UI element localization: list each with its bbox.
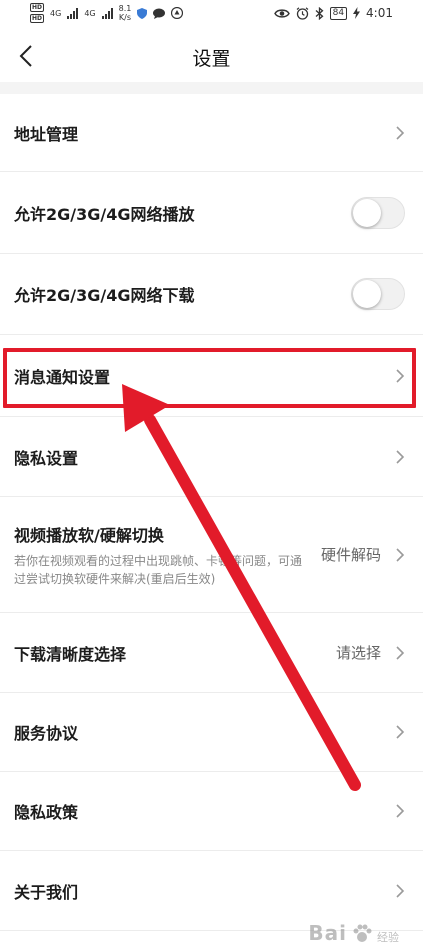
network-speed: 8.1 K/s — [119, 4, 132, 22]
settings-row-about-us[interactable]: 关于我们 — [0, 851, 423, 931]
settings-row-notifications[interactable]: 消息通知设置 — [0, 335, 423, 417]
row-label: 隐私设置 — [14, 448, 79, 468]
row-label: 关于我们 — [14, 882, 79, 902]
network-speed-unit: K/s — [118, 13, 132, 22]
paw-icon — [353, 924, 372, 942]
chevron-right-icon — [396, 804, 405, 818]
row-label: 消息通知设置 — [14, 367, 111, 387]
bluetooth-icon — [315, 6, 324, 20]
settings-row-network-play: 允许2G/3G/4G网络播放 — [0, 172, 423, 254]
network-download-toggle[interactable] — [351, 278, 405, 310]
row-label: 服务协议 — [14, 724, 79, 743]
settings-list: 地址管理 允许2G/3G/4G网络播放 允许2G/3G/4G网络下载 消息通知设… — [0, 94, 423, 931]
chevron-right-icon — [396, 368, 405, 383]
chevron-right-icon — [396, 645, 405, 660]
settings-row-privacy-settings[interactable]: 隐私设置 — [0, 417, 423, 497]
row-value: 硬件解码 — [320, 546, 381, 564]
status-bar-left: HD HD 4G 4G 8.1 K/s — [30, 3, 184, 23]
settings-row-download-quality[interactable]: 下载清晰度选择 请选择 — [0, 613, 423, 693]
chat-bubble-icon — [153, 8, 166, 19]
section-divider — [0, 82, 423, 94]
battery-level: 84 — [329, 6, 348, 20]
signal-icon-2 — [101, 7, 113, 19]
hd-badge-1: HD — [30, 3, 45, 12]
row-label: 允许2G/3G/4G网络下载 — [14, 286, 195, 305]
network-type-1: 4G — [50, 8, 62, 18]
network-play-toggle[interactable] — [351, 196, 405, 229]
row-label: 隐私政策 — [14, 803, 79, 822]
settings-row-decode-switch[interactable]: 视频播放软/硬解切换 若你在视频观看的过程中出现跳帧、卡顿等问题，可通过尝试切换… — [0, 497, 423, 613]
row-label: 地址管理 — [14, 124, 79, 144]
signal-icon — [67, 7, 79, 19]
shield-icon — [137, 7, 148, 19]
status-bar-right: 84 4:01 — [273, 6, 393, 20]
network-speed-value: 8.1 — [118, 4, 132, 13]
row-value: 请选择 — [335, 644, 381, 662]
row-description: 若你在视频观看的过程中出现跳帧、卡顿等问题，可通过尝试切换软硬件来解决(重启后生… — [14, 553, 303, 586]
watermark: Bai 经验 — [308, 921, 399, 945]
clock-time: 4:01 — [366, 6, 393, 20]
nav-bar: 设置 — [0, 30, 423, 82]
settings-row-privacy-policy[interactable]: 隐私政策 — [0, 772, 423, 851]
chevron-right-icon — [396, 125, 405, 140]
chevron-right-icon — [396, 547, 405, 562]
watermark-logo: Bai — [308, 921, 347, 945]
settings-row-network-download: 允许2G/3G/4G网络下载 — [0, 254, 423, 335]
status-bar: HD HD 4G 4G 8.1 K/s 84 4:01 — [0, 0, 423, 30]
toggle-knob — [353, 280, 381, 308]
watermark-sub: 经验 — [377, 931, 399, 944]
row-label: 允许2G/3G/4G网络播放 — [14, 204, 195, 224]
row-label: 视频播放软/硬解切换 — [14, 525, 164, 545]
chevron-right-icon — [396, 883, 405, 898]
alarm-icon — [296, 6, 308, 20]
app-notification-icon — [171, 7, 184, 19]
chevron-right-icon — [396, 449, 405, 464]
hd-indicators: HD HD — [30, 3, 45, 23]
chevron-right-icon — [396, 725, 405, 739]
row-label: 下载清晰度选择 — [14, 644, 127, 664]
settings-row-service-agreement[interactable]: 服务协议 — [0, 693, 423, 772]
hd-badge-2: HD — [30, 14, 45, 23]
toggle-knob — [353, 198, 381, 227]
eye-icon — [273, 8, 290, 18]
decode-text-block: 视频播放软/硬解切换 若你在视频观看的过程中出现跳帧、卡顿等问题，可通过尝试切换… — [14, 522, 321, 588]
settings-row-address[interactable]: 地址管理 — [0, 94, 423, 172]
charging-icon — [353, 7, 361, 19]
page-title: 设置 — [192, 48, 231, 70]
network-type-2: 4G — [84, 8, 96, 18]
